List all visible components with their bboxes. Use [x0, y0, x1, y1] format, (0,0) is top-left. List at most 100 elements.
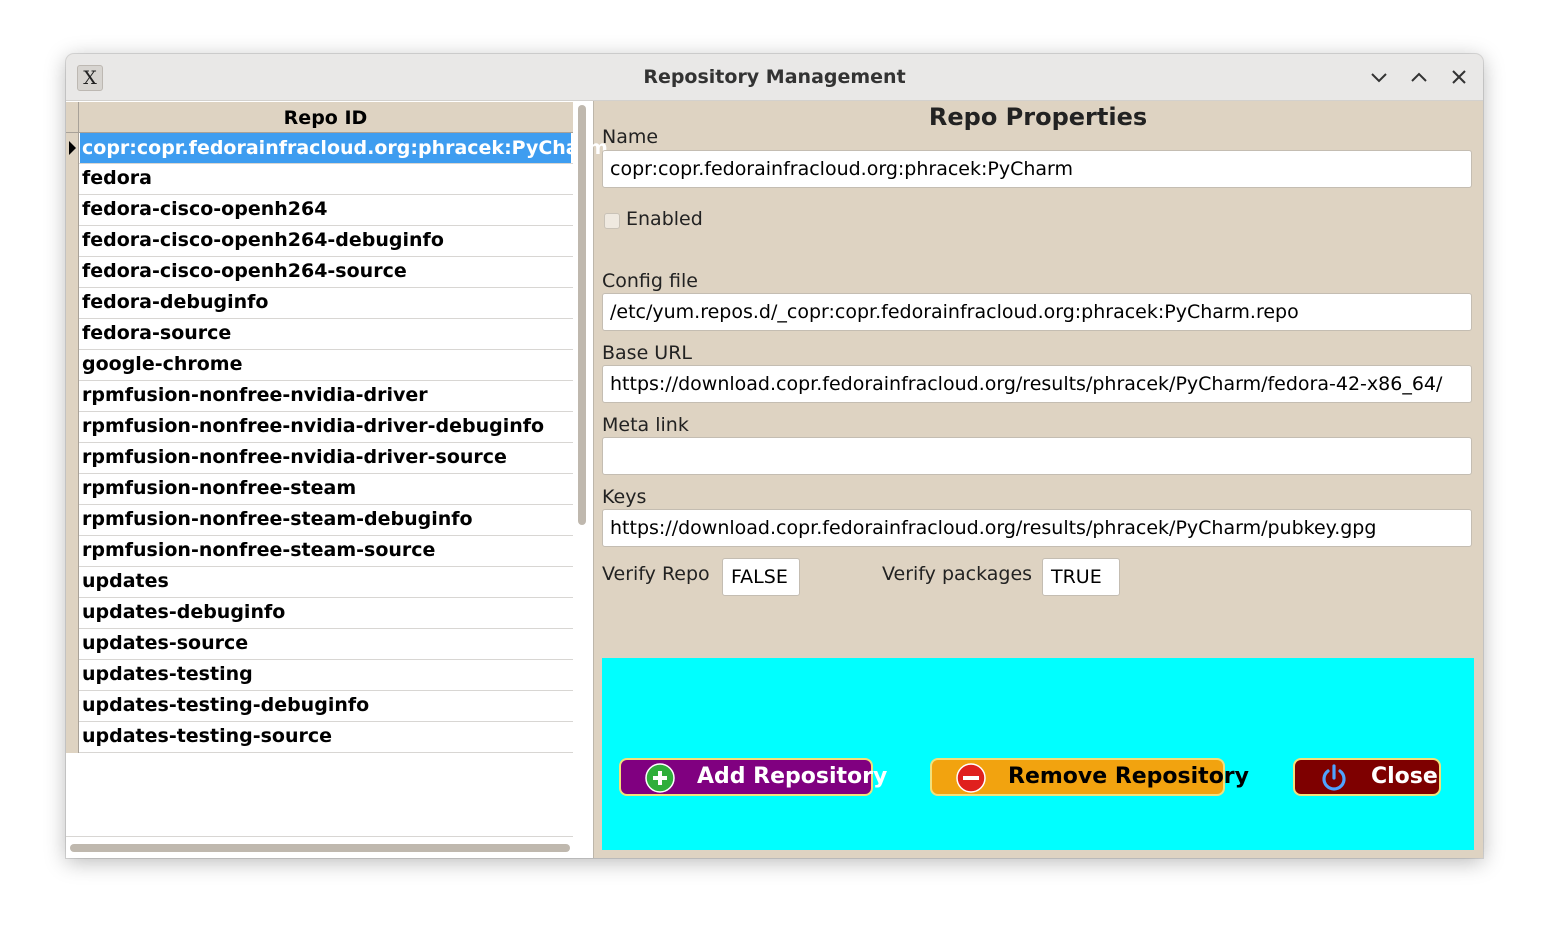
- table-row[interactable]: rpmfusion-nonfree-steam-debuginfo: [66, 505, 573, 536]
- repo-id-cell[interactable]: updates-testing-source: [82, 725, 571, 747]
- properties-title: Repo Properties: [928, 103, 1148, 131]
- name-label: Name: [602, 126, 659, 148]
- minimize-button[interactable]: [1368, 66, 1390, 88]
- row-indicator[interactable]: [66, 691, 79, 722]
- repo-id-cell[interactable]: fedora-cisco-openh264-debuginfo: [82, 229, 571, 251]
- repo-id-cell[interactable]: fedora-source: [82, 322, 571, 344]
- table-row[interactable]: rpmfusion-nonfree-steam: [66, 474, 573, 505]
- repo-id-cell[interactable]: rpmfusion-nonfree-nvidia-driver-source: [82, 446, 571, 468]
- power-icon: [1322, 764, 1346, 791]
- table-row[interactable]: updates-source: [66, 629, 573, 660]
- row-indicator[interactable]: [66, 443, 79, 474]
- row-indicator[interactable]: [66, 288, 79, 319]
- grid-bottom-line: [66, 836, 573, 837]
- repo-id-cell[interactable]: fedora-cisco-openh264-source: [82, 260, 571, 282]
- table-row[interactable]: updates-testing-debuginfo: [66, 691, 573, 722]
- repo-rows: copr:copr.fedorainfracloud.org:phracek:P…: [66, 133, 608, 753]
- table-row[interactable]: fedora-cisco-openh264-debuginfo: [66, 226, 573, 257]
- row-indicator[interactable]: [66, 195, 79, 226]
- row-indicator[interactable]: [66, 598, 79, 629]
- row-indicator[interactable]: [66, 257, 79, 288]
- table-row[interactable]: fedora-cisco-openh264: [66, 195, 573, 226]
- maximize-button[interactable]: [1408, 66, 1430, 88]
- row-indicator[interactable]: [66, 350, 79, 381]
- repo-id-cell[interactable]: updates-testing-debuginfo: [82, 694, 571, 716]
- row-indicator[interactable]: [66, 381, 79, 412]
- add-repository-button[interactable]: Add Repository: [619, 758, 887, 796]
- verify-packages-field[interactable]: TRUE: [1042, 558, 1120, 596]
- config-file-field[interactable]: /etc/yum.repos.d/_copr:copr.fedorainfrac…: [602, 293, 1472, 331]
- meta-link-field[interactable]: [602, 437, 1472, 475]
- enabled-label: Enabled: [626, 208, 703, 230]
- repo-id-cell[interactable]: updates-source: [82, 632, 571, 654]
- table-row[interactable]: fedora: [66, 164, 573, 195]
- repo-id-cell[interactable]: rpmfusion-nonfree-steam-debuginfo: [82, 508, 571, 530]
- table-row[interactable]: fedora-cisco-openh264-source: [66, 257, 573, 288]
- verify-repo-field[interactable]: FALSE: [722, 558, 800, 596]
- repo-id-cell[interactable]: updates: [82, 570, 571, 592]
- info-box: [602, 658, 1474, 850]
- row-indicator[interactable]: [66, 567, 79, 598]
- repo-id-cell[interactable]: copr:copr.fedorainfracloud.org:phracek:P…: [80, 133, 608, 163]
- row-indicator[interactable]: [66, 319, 79, 350]
- row-indicator[interactable]: [66, 722, 79, 753]
- table-row[interactable]: updates: [66, 567, 573, 598]
- vertical-scrollbar[interactable]: [578, 105, 586, 525]
- table-row[interactable]: updates-debuginfo: [66, 598, 573, 629]
- repo-id-cell[interactable]: rpmfusion-nonfree-steam-source: [82, 539, 571, 561]
- row-indicator[interactable]: [66, 629, 79, 660]
- table-row[interactable]: copr:copr.fedorainfracloud.org:phracek:P…: [66, 133, 608, 164]
- chevron-down-icon: [1371, 73, 1387, 83]
- row-indicator[interactable]: [66, 474, 79, 505]
- repo-id-cell[interactable]: updates-debuginfo: [82, 601, 571, 623]
- repo-id-column-header[interactable]: Repo ID: [78, 107, 573, 129]
- keys-field[interactable]: https://download.copr.fedorainfracloud.o…: [602, 509, 1472, 547]
- repo-id-cell[interactable]: rpmfusion-nonfree-steam: [82, 477, 571, 499]
- chevron-up-icon: [1411, 72, 1427, 82]
- remove-repository-button[interactable]: Remove Repository: [930, 758, 1249, 796]
- row-indicator[interactable]: [66, 412, 79, 443]
- table-row[interactable]: updates-testing: [66, 660, 573, 691]
- plus-circle-icon: [645, 763, 675, 793]
- row-indicator[interactable]: [66, 164, 79, 195]
- row-indicator[interactable]: [66, 536, 79, 567]
- base-url-label: Base URL: [602, 342, 692, 364]
- table-row[interactable]: google-chrome: [66, 350, 573, 381]
- repo-properties-panel: Repo Properties Name copr:copr.fedorainf…: [602, 101, 1474, 858]
- row-indicator[interactable]: [66, 505, 79, 536]
- table-row[interactable]: rpmfusion-nonfree-steam-source: [66, 536, 573, 567]
- base-url-field[interactable]: https://download.copr.fedorainfracloud.o…: [602, 365, 1472, 403]
- repo-id-cell[interactable]: fedora-cisco-openh264: [82, 198, 571, 220]
- table-row[interactable]: rpmfusion-nonfree-nvidia-driver-source: [66, 443, 573, 474]
- repo-id-cell[interactable]: google-chrome: [82, 353, 571, 375]
- repo-id-cell[interactable]: rpmfusion-nonfree-nvidia-driver: [82, 384, 571, 406]
- config-file-label: Config file: [602, 270, 698, 292]
- horizontal-scrollbar[interactable]: [70, 844, 570, 852]
- table-row[interactable]: rpmfusion-nonfree-nvidia-driver-debuginf…: [66, 412, 573, 443]
- remove-repository-label: Remove Repository: [1008, 764, 1250, 789]
- table-row[interactable]: fedora-source: [66, 319, 573, 350]
- table-row[interactable]: rpmfusion-nonfree-nvidia-driver: [66, 381, 573, 412]
- add-repository-label: Add Repository: [697, 764, 888, 789]
- repo-id-cell[interactable]: fedora: [82, 167, 571, 189]
- repo-id-cell[interactable]: updates-testing: [82, 663, 571, 685]
- close-window-button[interactable]: [1448, 66, 1470, 88]
- keys-label: Keys: [602, 486, 647, 508]
- repo-id-cell[interactable]: rpmfusion-nonfree-nvidia-driver-debuginf…: [82, 415, 571, 437]
- repo-id-cell[interactable]: fedora-debuginfo: [82, 291, 571, 313]
- table-row[interactable]: updates-testing-source: [66, 722, 573, 753]
- close-x-icon: [1452, 70, 1466, 84]
- row-indicator[interactable]: [66, 660, 79, 691]
- meta-link-label: Meta link: [602, 414, 689, 436]
- verify-packages-label: Verify packages: [882, 563, 1033, 585]
- enabled-checkbox[interactable]: [604, 213, 620, 229]
- repo-grid-header: Repo ID: [66, 102, 573, 133]
- row-indicator[interactable]: [66, 133, 79, 164]
- close-button[interactable]: Close: [1293, 758, 1441, 796]
- table-row[interactable]: fedora-debuginfo: [66, 288, 573, 319]
- title-bar[interactable]: X Repository Management: [66, 54, 1483, 101]
- repository-management-window: X Repository Management Repo ID copr:cop…: [66, 54, 1483, 858]
- window-title: Repository Management: [643, 66, 906, 88]
- row-indicator[interactable]: [66, 226, 79, 257]
- name-field[interactable]: copr:copr.fedorainfracloud.org:phracek:P…: [602, 150, 1472, 188]
